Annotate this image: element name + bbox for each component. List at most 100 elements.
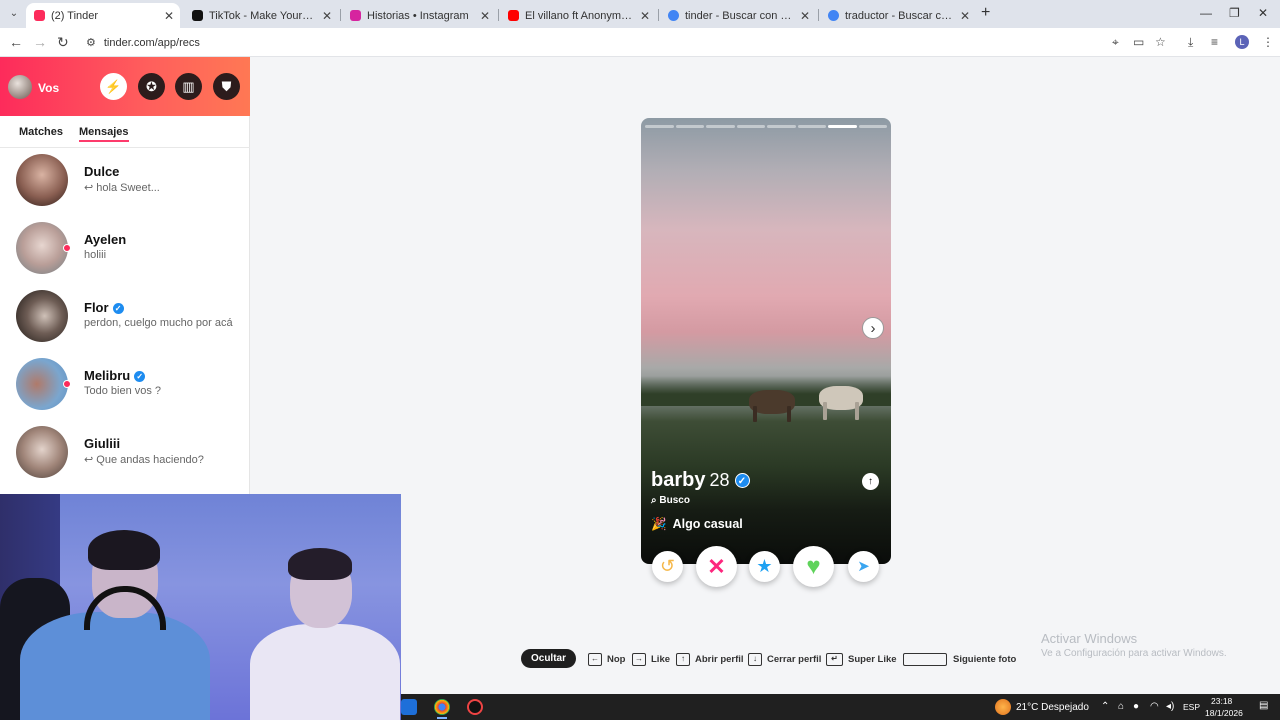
gift-icon[interactable]: ▥: [175, 73, 202, 100]
photo-progress-segment[interactable]: [645, 125, 674, 128]
message-name: Giuliii: [84, 436, 121, 451]
left-arrow-key-icon: ←: [588, 652, 602, 666]
photo-progress-segment[interactable]: [675, 125, 704, 128]
close-tab-icon[interactable]: ✕: [960, 9, 970, 23]
show-hidden-icons-icon[interactable]: ⌃: [1101, 701, 1109, 712]
tab-divider: [658, 9, 659, 21]
close-tab-icon[interactable]: ✕: [164, 9, 174, 23]
restore-icon[interactable]: ❐: [1229, 6, 1240, 20]
recorder-app-icon[interactable]: [467, 699, 483, 715]
sidebar-header: Vos ⚡ ✪ ▥ ⛊: [0, 57, 250, 116]
microphone-icon[interactable]: ●: [1133, 701, 1139, 712]
person-right-body: [250, 624, 400, 720]
photo-progress-segment[interactable]: [797, 125, 826, 128]
message-item[interactable]: Giuliii ↩ Que andas haciendo?: [0, 420, 250, 488]
tab-divider: [818, 9, 819, 21]
location-icon[interactable]: ⌖: [1112, 35, 1119, 50]
new-tab-icon[interactable]: +: [981, 5, 990, 21]
back-icon[interactable]: ←: [9, 34, 23, 50]
like-button[interactable]: ♥: [793, 546, 834, 587]
relationship-intent: 🎉 Algo casual: [651, 517, 743, 531]
tab-google-tinder[interactable]: tinder - Buscar con Google ✕: [660, 3, 816, 28]
volume-icon[interactable]: ◂): [1166, 701, 1174, 712]
boost-lightning-icon[interactable]: ⚡: [100, 73, 127, 100]
shortcut-next-photo: Siguiente foto: [903, 650, 1016, 668]
windows-activation-title: Activar Windows: [1041, 631, 1138, 646]
person-right-hair: [288, 548, 352, 580]
windows-taskbar: 21°C Despejado ⌃ ⌂ ● ◠ ◂) ESP 23:18 18/1…: [401, 694, 1280, 720]
verified-badge-icon: ✓: [134, 371, 146, 382]
tab-title: traductor - Buscar con Google: [845, 9, 954, 22]
avatar: [16, 358, 68, 410]
google-favicon-icon: [828, 10, 839, 21]
close-tab-icon[interactable]: ✕: [322, 9, 332, 23]
close-window-icon[interactable]: ✕: [1258, 6, 1268, 20]
message-name: Melibru ✓: [84, 368, 146, 383]
photo-progress-segment[interactable]: [828, 125, 857, 128]
tab-tinder[interactable]: (2) Tinder ✕: [26, 3, 180, 28]
weather-text[interactable]: 21°C Despejado: [1016, 702, 1089, 713]
photo-progress-segment[interactable]: [736, 125, 765, 128]
search-icon: ⌕: [651, 495, 657, 506]
tab-matches[interactable]: Matches: [19, 126, 63, 138]
weather-icon[interactable]: [995, 699, 1011, 715]
user-avatar[interactable]: [8, 75, 32, 99]
tab-google-traductor[interactable]: traductor - Buscar con Google ✕: [820, 3, 976, 28]
forward-icon[interactable]: →: [33, 34, 47, 50]
user-name[interactable]: Vos: [38, 81, 59, 95]
heart-icon: ♥: [806, 553, 821, 580]
avatar: [16, 154, 68, 206]
paper-plane-icon: ➤: [857, 558, 870, 575]
next-photo-chevron-icon[interactable]: ›: [862, 317, 884, 339]
super-like-button[interactable]: ★: [749, 551, 780, 582]
outlook-app-icon[interactable]: [401, 699, 417, 715]
shortcut-open-profile: ↑ Abrir perfil: [676, 650, 744, 668]
message-item[interactable]: Dulce ↩ hola Sweet...: [0, 148, 250, 216]
media-control-icon[interactable]: ≡: [1211, 35, 1218, 49]
tab-search-icon[interactable]: ⌄: [6, 6, 22, 22]
boost-send-button[interactable]: ➤: [848, 551, 879, 582]
close-tab-icon[interactable]: ✕: [800, 9, 810, 23]
more-menu-icon[interactable]: ⋮: [1262, 35, 1274, 49]
clock-time[interactable]: 23:18: [1211, 696, 1232, 706]
tab-tiktok[interactable]: TikTok - Make Your Day ✕: [184, 3, 338, 28]
safety-shield-icon[interactable]: ⛊: [213, 73, 240, 100]
tab-mensajes[interactable]: Mensajes: [79, 126, 129, 142]
network-icon[interactable]: ⌂: [1118, 701, 1124, 712]
message-item[interactable]: Melibru ✓ Todo bien vos ?: [0, 352, 250, 420]
tab-instagram[interactable]: Historias • Instagram ✕: [342, 3, 496, 28]
minimize-icon[interactable]: —: [1200, 6, 1212, 20]
download-icon[interactable]: ⤓: [1188, 35, 1193, 50]
url-text[interactable]: tinder.com/app/recs: [104, 37, 200, 49]
message-item[interactable]: Flor ✓ perdon, cuelgo mucho por acá: [0, 284, 250, 352]
site-settings-icon[interactable]: ⚙: [86, 36, 96, 49]
rewind-button[interactable]: ↺: [652, 551, 683, 582]
tab-youtube[interactable]: El villano ft Anonymous - El tele ✕: [500, 3, 656, 28]
profile-avatar[interactable]: L: [1235, 35, 1249, 49]
photo-progress-segment[interactable]: [767, 125, 796, 128]
profile-card[interactable]: › barby 28 ✓ ↑ ⌕ Busco 🎉 Algo casual: [641, 118, 891, 564]
message-preview: holiii: [84, 249, 107, 261]
reload-icon[interactable]: ↻: [57, 34, 69, 51]
photo-progress-segment[interactable]: [706, 125, 735, 128]
notifications-icon[interactable]: ▤: [1259, 700, 1268, 711]
wifi-icon[interactable]: ◠: [1150, 701, 1159, 712]
hide-shortcuts-button[interactable]: Ocultar: [521, 649, 576, 668]
language-indicator[interactable]: ESP: [1183, 702, 1200, 712]
horse-leg: [855, 402, 859, 420]
open-profile-arrow-icon[interactable]: ↑: [862, 473, 879, 490]
clock-date[interactable]: 18/1/2026: [1205, 708, 1243, 718]
close-tab-icon[interactable]: ✕: [480, 9, 490, 23]
sidebar-tabs: Matches Mensajes: [0, 116, 250, 148]
address-bar[interactable]: ⚙ tinder.com/app/recs: [78, 31, 1178, 54]
bookmark-star-icon[interactable]: ☆: [1155, 35, 1166, 49]
photo-progress-segment[interactable]: [858, 125, 887, 128]
nope-button[interactable]: ✕: [696, 546, 737, 587]
message-item[interactable]: Ayelen holiii: [0, 216, 250, 284]
close-tab-icon[interactable]: ✕: [640, 9, 650, 23]
explore-compass-icon[interactable]: ✪: [138, 73, 165, 100]
avatar: [16, 426, 68, 478]
chrome-app-icon[interactable]: [434, 699, 450, 715]
tab-title: Historias • Instagram: [367, 9, 469, 22]
cast-icon[interactable]: ▭: [1133, 35, 1144, 49]
